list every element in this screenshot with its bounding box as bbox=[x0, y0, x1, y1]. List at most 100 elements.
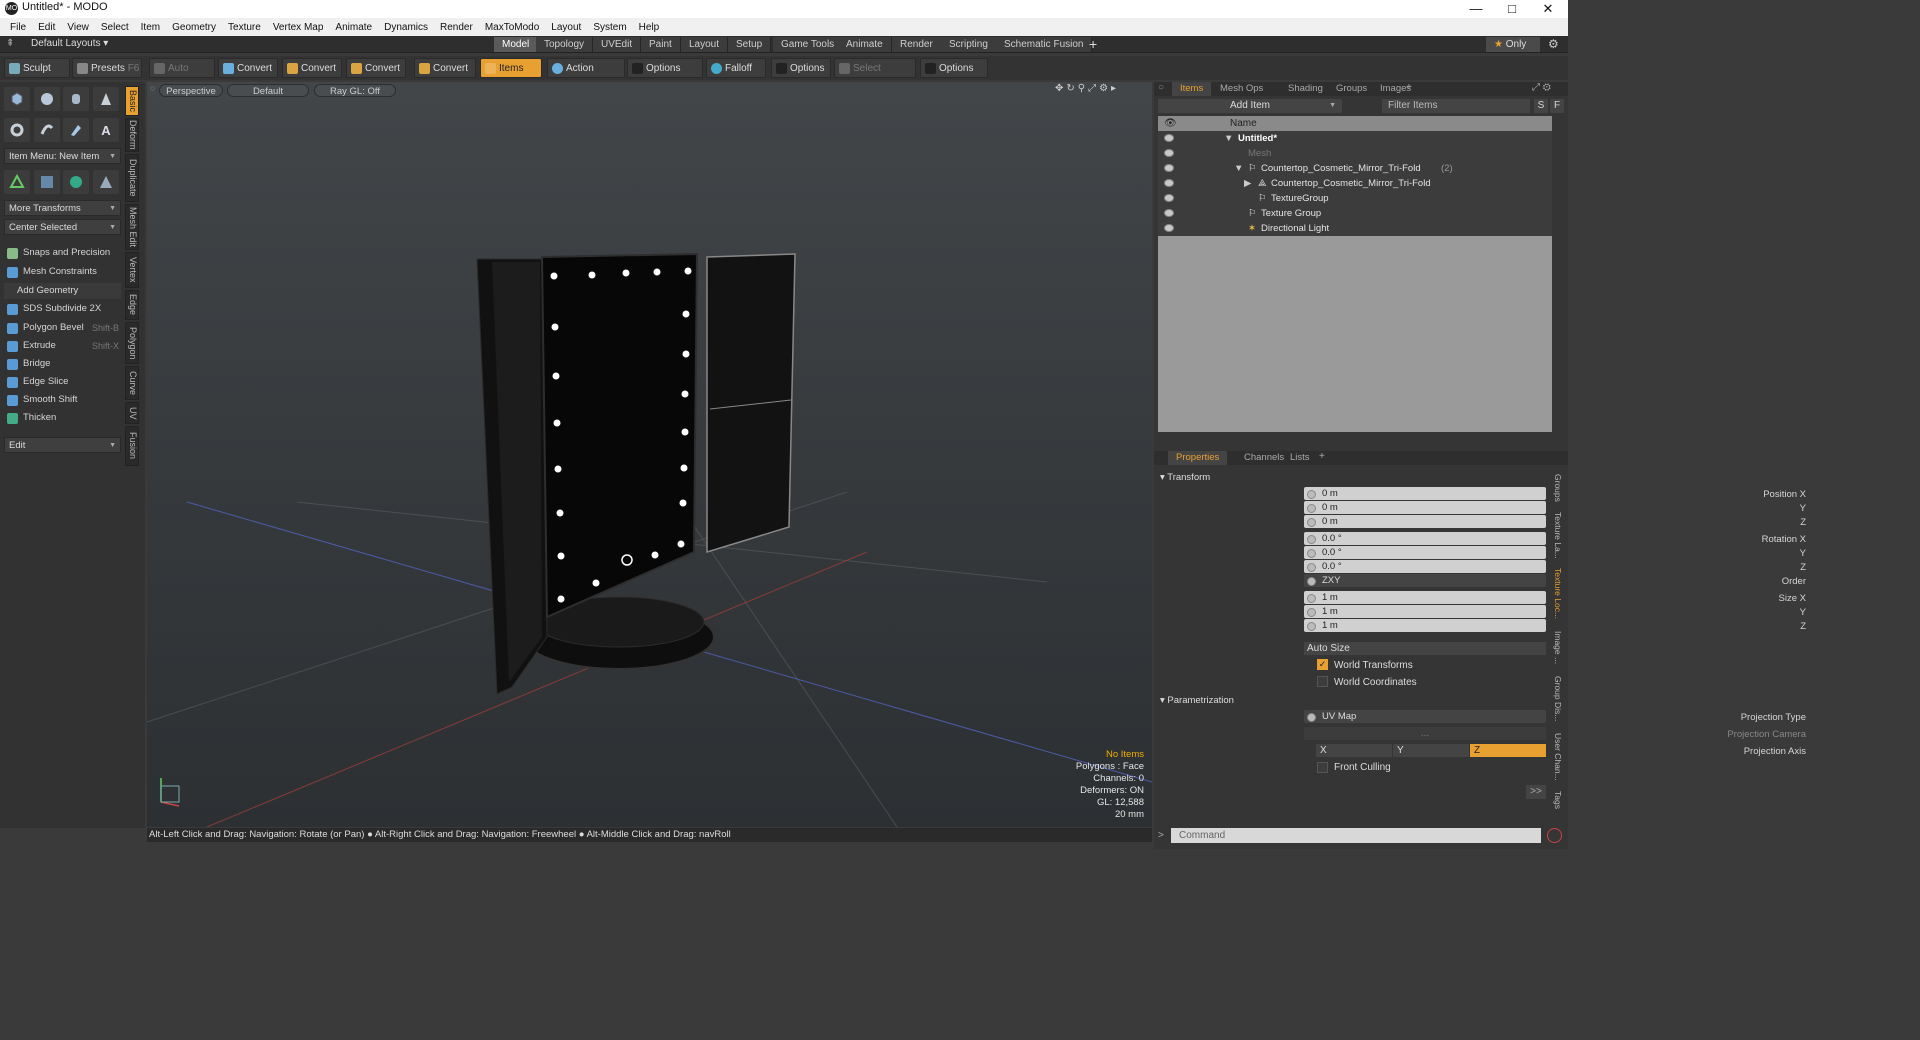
falloff-button[interactable]: Falloff bbox=[706, 58, 766, 78]
visibility-eye-icon[interactable] bbox=[1164, 209, 1174, 217]
text-icon[interactable]: A bbox=[93, 118, 119, 142]
filter-items-input[interactable]: Filter Items bbox=[1382, 99, 1530, 113]
vtab-basic[interactable]: Basic bbox=[125, 86, 139, 116]
tab-lists[interactable]: Lists bbox=[1282, 451, 1318, 465]
options-button-1[interactable]: Options bbox=[627, 58, 703, 78]
tool-smooth-shift[interactable]: Smooth Shift bbox=[4, 392, 121, 408]
shading-default-button[interactable]: Default bbox=[227, 84, 309, 97]
side-tab-user-channels[interactable]: User Chan... bbox=[1551, 730, 1563, 784]
expand-more-button[interactable]: >> bbox=[1526, 785, 1546, 799]
side-tab-image[interactable]: Image ... bbox=[1551, 628, 1563, 668]
command-input[interactable]: Command bbox=[1171, 828, 1541, 843]
filter-f-button[interactable]: F bbox=[1550, 99, 1564, 113]
front-culling-checkbox[interactable] bbox=[1317, 762, 1328, 773]
tab-layout[interactable]: Layout bbox=[681, 37, 729, 52]
side-tab-groups[interactable]: Groups bbox=[1551, 470, 1563, 506]
rotation-y-field[interactable]: 0.0 ° bbox=[1304, 546, 1546, 559]
tree-row-directional-light[interactable]: ✶ Directional Light bbox=[1158, 221, 1552, 236]
tree-row-texture-group[interactable]: ⚐ Texture Group bbox=[1158, 206, 1552, 221]
tree-row-mesh[interactable]: Mesh bbox=[1158, 146, 1552, 161]
convert-button-2[interactable]: Convert bbox=[282, 58, 342, 78]
side-tab-texture-layers[interactable]: Texture La... bbox=[1551, 508, 1563, 562]
add-geometry-header[interactable]: Add Geometry bbox=[4, 283, 121, 299]
minimize-icon[interactable]: — bbox=[1458, 0, 1494, 18]
visibility-eye-icon[interactable] bbox=[1164, 164, 1174, 172]
menu-dynamics[interactable]: Dynamics bbox=[378, 22, 434, 33]
mesh-constraints-button[interactable]: Mesh Constraints bbox=[4, 264, 121, 280]
tree-row-untitled[interactable]: ▼ Untitled* bbox=[1158, 131, 1552, 146]
edit-dropdown[interactable]: Edit bbox=[4, 437, 121, 454]
more-transforms-dropdown[interactable]: More Transforms bbox=[4, 200, 121, 217]
transform-icon[interactable] bbox=[4, 170, 30, 194]
visibility-eye-icon[interactable] bbox=[1164, 179, 1174, 187]
parametrization-section[interactable]: ▾ Parametrization bbox=[1160, 695, 1234, 706]
projection-camera-field[interactable]: ... bbox=[1304, 727, 1546, 740]
size-x-field[interactable]: 1 m bbox=[1304, 591, 1546, 604]
side-tab-tags[interactable]: Tags bbox=[1551, 788, 1563, 812]
viewport-nav-icons[interactable]: ✥↻⚲⤢⚙▸ bbox=[1055, 83, 1119, 94]
vtab-duplicate[interactable]: Duplicate bbox=[125, 154, 139, 202]
axis-x-button[interactable]: X bbox=[1316, 744, 1392, 757]
side-tab-texture-locator[interactable]: Texture Loc... bbox=[1551, 564, 1563, 624]
viewport-options-icon[interactable]: ○ bbox=[150, 83, 155, 93]
tab-paint[interactable]: Paint bbox=[641, 37, 681, 52]
gear-icon[interactable]: ⚙ bbox=[1548, 37, 1559, 51]
menu-geometry[interactable]: Geometry bbox=[166, 22, 222, 33]
close-icon[interactable]: ✕ bbox=[1530, 0, 1566, 18]
vtab-edge[interactable]: Edge bbox=[125, 290, 139, 320]
options-button-2[interactable]: Options bbox=[771, 58, 831, 78]
axis-y-button[interactable]: Y bbox=[1393, 744, 1469, 757]
tab-topology[interactable]: Topology bbox=[536, 37, 594, 52]
globe-icon[interactable] bbox=[63, 170, 89, 194]
menu-view[interactable]: View bbox=[61, 22, 95, 33]
presets-button[interactable]: Presets F6 bbox=[72, 58, 142, 78]
tool-polygon-bevel[interactable]: Polygon Bevel Shift-B bbox=[4, 320, 121, 336]
tool-extrude[interactable]: Extrude Shift-X bbox=[4, 338, 121, 354]
capsule-icon[interactable] bbox=[34, 118, 60, 142]
sphere-icon[interactable] bbox=[34, 87, 60, 111]
tree-row-texturegroup[interactable]: ⚐ TextureGroup bbox=[1158, 191, 1552, 206]
rotation-z-field[interactable]: 0.0 ° bbox=[1304, 560, 1546, 573]
vtab-deform[interactable]: Deform bbox=[125, 118, 139, 152]
tool-bridge[interactable]: Bridge bbox=[4, 356, 121, 372]
snaps-and-precision-button[interactable]: Snaps and Precision bbox=[4, 245, 121, 261]
position-y-field[interactable]: 0 m bbox=[1304, 501, 1546, 514]
vtab-mesh-edit[interactable]: Mesh Edit bbox=[125, 204, 139, 250]
tab-shading[interactable]: Shading bbox=[1280, 82, 1331, 96]
tab-game-tools[interactable]: Game Tools bbox=[773, 37, 844, 52]
menu-layout[interactable]: Layout bbox=[545, 22, 587, 33]
tool-edge-slice[interactable]: Edge Slice bbox=[4, 374, 121, 390]
raygl-button[interactable]: Ray GL: Off bbox=[314, 84, 396, 97]
rotation-x-field[interactable]: 0.0 ° bbox=[1304, 532, 1546, 545]
sculpt-button[interactable]: Sculpt bbox=[4, 58, 70, 78]
side-tab-group-display[interactable]: Group Dis... bbox=[1551, 672, 1563, 726]
center-selected-dropdown[interactable]: Center Selected bbox=[4, 219, 121, 236]
add-properties-tab-icon[interactable]: + bbox=[1319, 451, 1325, 462]
tab-setup[interactable]: Setup bbox=[728, 37, 772, 52]
convert-button-3[interactable]: Convert bbox=[346, 58, 406, 78]
tab-schematic-fusion[interactable]: Schematic Fusion bbox=[996, 37, 1093, 52]
expand-icon[interactable]: ⤢ ⚙ bbox=[1532, 82, 1551, 93]
vtab-vertex[interactable]: Vertex bbox=[125, 252, 139, 288]
grid-icon[interactable] bbox=[34, 170, 60, 194]
menu-render[interactable]: Render bbox=[434, 22, 479, 33]
tab-model[interactable]: Model bbox=[494, 37, 539, 52]
default-layouts-dropdown[interactable]: Default Layouts ▾ bbox=[31, 38, 108, 49]
maximize-icon[interactable]: □ bbox=[1494, 0, 1530, 18]
tab-properties[interactable]: Properties bbox=[1168, 451, 1228, 465]
visibility-eye-icon[interactable] bbox=[1164, 149, 1174, 157]
tab-render[interactable]: Render bbox=[892, 37, 942, 52]
menu-item[interactable]: Item bbox=[135, 22, 166, 33]
transform-section[interactable]: ▾ Transform bbox=[1160, 472, 1210, 483]
select-through-button[interactable]: Select Through bbox=[834, 58, 916, 94]
add-panel-tab-icon[interactable]: + bbox=[1406, 82, 1412, 93]
options-button-3[interactable]: Options bbox=[920, 58, 988, 78]
menu-system[interactable]: System bbox=[587, 22, 632, 33]
position-x-field[interactable]: 0 m bbox=[1304, 487, 1546, 500]
cylinder-icon[interactable] bbox=[63, 87, 89, 111]
menu-edit[interactable]: Edit bbox=[32, 22, 61, 33]
position-z-field[interactable]: 0 m bbox=[1304, 515, 1546, 528]
vtab-fusion[interactable]: Fusion bbox=[125, 426, 139, 466]
layout-arrow-icon[interactable]: ⇞ bbox=[6, 38, 14, 49]
menu-select[interactable]: Select bbox=[95, 22, 135, 33]
